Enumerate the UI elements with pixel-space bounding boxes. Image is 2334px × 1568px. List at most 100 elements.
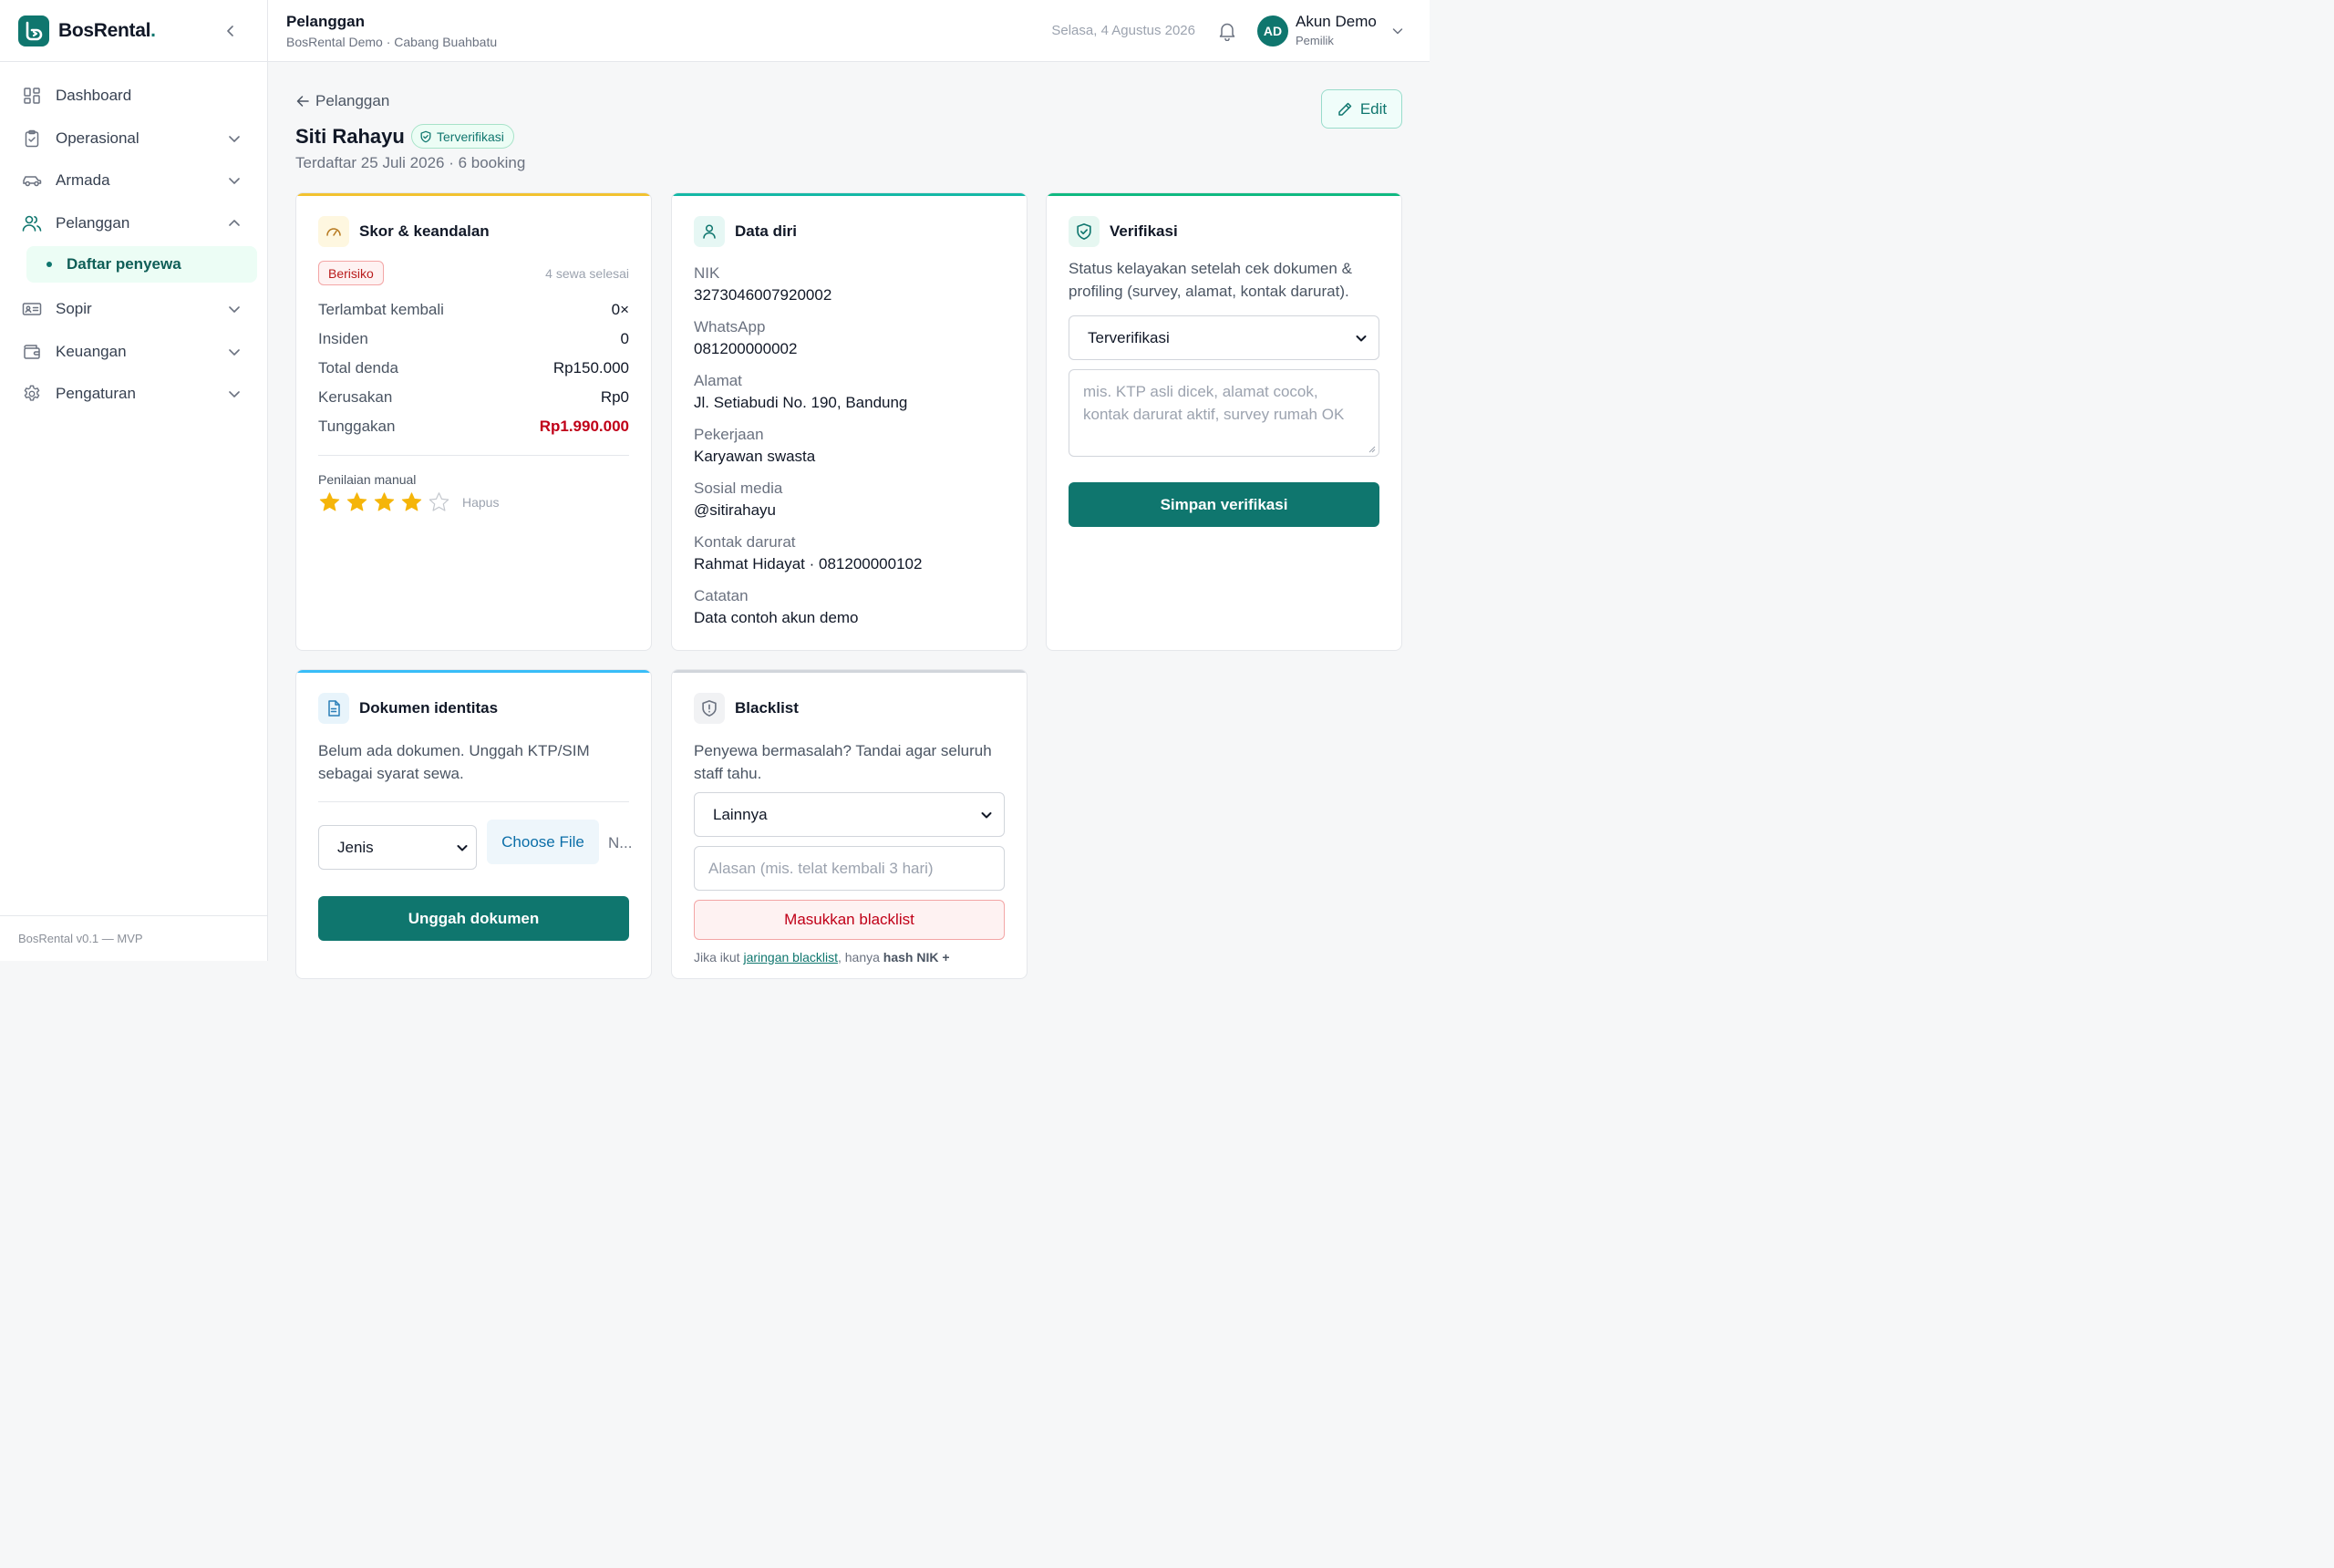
blacklist-card-header: Blacklist	[694, 693, 799, 724]
sidebar-item-dashboard[interactable]: Dashboard	[0, 75, 267, 118]
chevron-down-icon	[229, 306, 240, 313]
main-content: Pelanggan Siti Rahayu Terverifikasi Terd…	[268, 62, 1430, 979]
edit-button[interactable]: Edit	[1321, 89, 1402, 129]
avatar[interactable]: AD	[1257, 15, 1288, 46]
user-role: Pemilik	[1296, 34, 1334, 47]
personal-card-header: Data diri	[694, 216, 797, 247]
notifications-button[interactable]	[1217, 21, 1237, 42]
chevron-down-icon[interactable]	[1391, 25, 1404, 37]
sidebar-item-armada[interactable]: Armada	[0, 160, 267, 202]
field-label: Alamat	[694, 372, 742, 389]
sidebar-item-label: Sopir	[56, 300, 92, 318]
stat-row: Kerusakan Rp0	[318, 388, 629, 406]
blacklist-reason-value: Lainnya	[713, 805, 768, 823]
stat-row: Tunggakan Rp1.990.000	[318, 418, 629, 435]
choose-file-button[interactable]: Choose File	[487, 820, 599, 864]
chevron-left-icon	[227, 26, 233, 36]
score-card-title: Skor & keandalan	[359, 222, 490, 240]
clipboard-check-icon	[22, 129, 42, 149]
verification-description: Status kelayakan setelah cek dokumen & p…	[1069, 260, 1352, 300]
field-label: Catatan	[694, 587, 749, 604]
document-icon	[318, 693, 349, 724]
star-filled-icon[interactable]	[346, 491, 368, 513]
verification-card-title: Verifikasi	[1110, 222, 1178, 240]
sidebar-item-label: Dashboard	[56, 87, 132, 105]
star-filled-icon[interactable]	[400, 491, 423, 513]
id-card-icon	[22, 299, 42, 319]
divider	[318, 455, 629, 456]
stat-row: Total denda Rp150.000	[318, 359, 629, 377]
sidebar-item-label: Operasional	[56, 129, 139, 147]
star-filled-icon[interactable]	[318, 491, 341, 513]
active-dot	[46, 262, 52, 267]
field-label: NIK	[694, 264, 720, 282]
field-label: Kontak darurat	[694, 533, 796, 551]
chevron-down-icon	[229, 135, 240, 142]
personal-data-card: Data diri NIK 3273046007920002 WhatsApp …	[671, 192, 1028, 651]
brand-logo[interactable]	[18, 15, 49, 46]
back-link-label: Pelanggan	[315, 92, 390, 109]
sidebar-item-pelanggan[interactable]: Pelanggan	[0, 202, 267, 245]
star-empty-icon[interactable]	[428, 491, 450, 513]
header-date: Selasa, 4 Agustus 2026	[1051, 23, 1195, 38]
stat-row: Terlambat kembali 0×	[318, 301, 629, 318]
brand-name: BosRental.	[58, 19, 156, 41]
blacklist-reason-select[interactable]: Lainnya	[694, 792, 1005, 837]
chevron-down-icon	[457, 845, 468, 851]
page-title: Siti Rahayu	[295, 125, 405, 148]
chevron-down-icon	[1356, 335, 1367, 342]
status-badge-label: Terverifikasi	[437, 129, 504, 144]
topbar: Pelanggan BosRental Demo · Cabang Buahba…	[268, 0, 1430, 62]
chevron-up-icon	[229, 219, 240, 226]
header-title: Pelanggan	[286, 13, 365, 30]
collapse-sidebar-button[interactable]	[222, 22, 240, 40]
blacklist-network-note: Jika ikut jaringan blacklist, hanya hash…	[694, 950, 950, 965]
score-card-header: Skor & keandalan	[318, 216, 490, 247]
sidebar-item-label: Pengaturan	[56, 385, 136, 403]
sidebar-subitem-daftar-penyewa[interactable]: Daftar penyewa	[26, 246, 257, 283]
field-label: Sosial media	[694, 480, 783, 497]
risk-badge: Berisiko	[318, 261, 384, 285]
header-subtitle: BosRental Demo · Cabang Buahbatu	[286, 35, 498, 49]
clear-rating-button[interactable]: Hapus	[462, 495, 499, 510]
star-filled-icon[interactable]	[373, 491, 396, 513]
page-meta: Terdaftar 25 Juli 2026 · 6 booking	[295, 154, 526, 171]
blacklist-network-link[interactable]: jaringan blacklist	[743, 950, 838, 965]
gear-icon	[22, 384, 42, 404]
sidebar-item-label: Keuangan	[56, 342, 127, 360]
personal-card-title: Data diri	[735, 222, 798, 240]
blacklist-description: Penyewa bermasalah? Tandai agar seluruh …	[694, 742, 992, 782]
back-link[interactable]: Pelanggan	[295, 92, 389, 110]
add-to-blacklist-button[interactable]: Masukkan blacklist	[694, 900, 1005, 940]
bell-icon	[1219, 23, 1235, 42]
field-label: Pekerjaan	[694, 426, 764, 443]
user-name[interactable]: Akun Demo	[1296, 13, 1377, 31]
verification-notes-textarea[interactable]: mis. KTP asli dicek, alamat cocok, konta…	[1069, 369, 1379, 457]
sidebar-item-pengaturan[interactable]: Pengaturan	[0, 373, 267, 416]
shield-check-icon	[1069, 216, 1100, 247]
sidebar-footer: BosRental v0.1 — MVP	[0, 915, 267, 961]
sidebar-item-label: Armada	[56, 171, 110, 190]
verification-status-select[interactable]: Terverifikasi	[1069, 315, 1379, 360]
chevron-down-icon	[229, 391, 240, 397]
save-verification-button[interactable]: Simpan verifikasi	[1069, 482, 1379, 527]
dashboard-icon	[22, 86, 42, 106]
star-rating[interactable]: Hapus	[318, 491, 499, 513]
sidebar-item-sopir[interactable]: Sopir	[0, 288, 267, 331]
field-label: WhatsApp	[694, 318, 766, 335]
gauge-icon	[318, 216, 349, 247]
score-card: Skor & keandalan Berisiko 4 sewa selesai…	[295, 192, 652, 651]
completed-rentals: 4 sewa selesai	[545, 266, 629, 281]
documents-description: Belum ada dokumen. Unggah KTP/SIM sebaga…	[318, 742, 590, 782]
shield-alert-icon	[694, 693, 725, 724]
document-type-select[interactable]: Jenis	[318, 825, 477, 870]
blacklist-reason-input[interactable]: Alasan (mis. telat kembali 3 hari)	[694, 846, 1005, 891]
status-badge: Terverifikasi	[411, 124, 514, 149]
users-icon	[22, 213, 42, 233]
sidebar-subitem-label: Daftar penyewa	[67, 255, 181, 273]
upload-document-button[interactable]: Unggah dokumen	[318, 896, 629, 941]
resize-grip-icon[interactable]	[1367, 444, 1376, 453]
divider	[318, 801, 629, 802]
sidebar-item-keuangan[interactable]: Keuangan	[0, 331, 267, 374]
sidebar-item-operasional[interactable]: Operasional	[0, 118, 267, 160]
